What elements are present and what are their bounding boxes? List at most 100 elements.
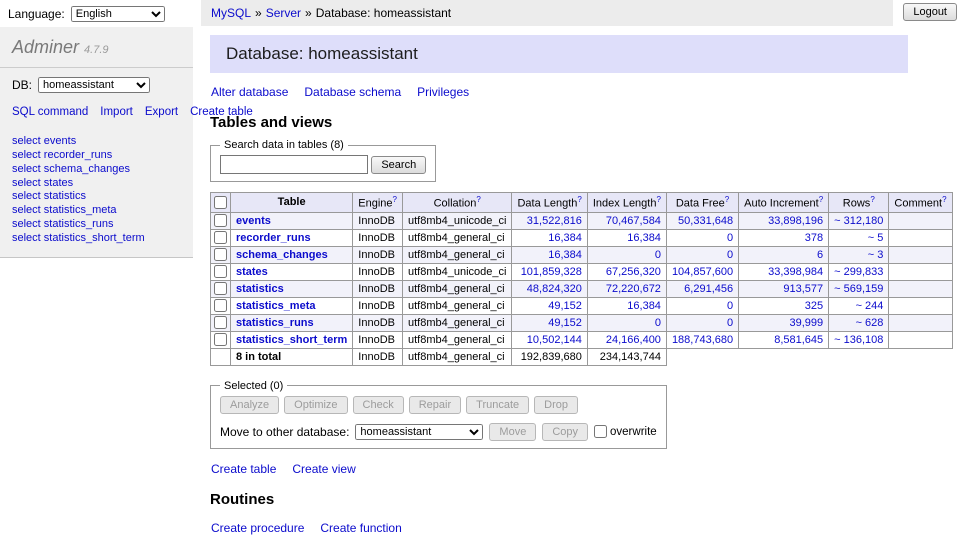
- sidebar-table-link-select-statistics-meta[interactable]: select statistics_meta: [12, 204, 181, 218]
- auto-increment-link[interactable]: 6: [817, 249, 823, 261]
- index-length-link[interactable]: 67,256,320: [606, 266, 661, 278]
- row-checkbox-statistics-meta[interactable]: [214, 299, 227, 312]
- column-help-collation-link[interactable]: ?: [476, 195, 480, 204]
- truncate-button[interactable]: Truncate: [466, 396, 529, 414]
- column-help-index-length-link[interactable]: ?: [656, 195, 660, 204]
- rows-link[interactable]: ~ 312,180: [834, 215, 883, 227]
- index-length-link[interactable]: 0: [655, 249, 661, 261]
- data-length-link[interactable]: 49,152: [548, 300, 582, 312]
- auto-increment-link[interactable]: 913,577: [783, 283, 823, 295]
- sidebar-table-link-select-schema-changes[interactable]: select schema_changes: [12, 162, 181, 176]
- row-checkbox-events[interactable]: [214, 214, 227, 227]
- table-link-recorder-runs[interactable]: recorder_runs: [236, 232, 311, 244]
- data-free-link[interactable]: 0: [727, 300, 733, 312]
- data-length-link[interactable]: 10,502,144: [527, 334, 582, 346]
- data-length-link[interactable]: 101,859,328: [521, 266, 582, 278]
- index-length-link[interactable]: 0: [655, 317, 661, 329]
- column-help-rows-link[interactable]: ?: [870, 195, 874, 204]
- sidebar-link-import[interactable]: Import: [100, 106, 133, 118]
- data-length-link[interactable]: 31,522,816: [527, 215, 582, 227]
- rows-link[interactable]: ~ 299,833: [834, 266, 883, 278]
- data-free-link[interactable]: 6,291,456: [684, 283, 733, 295]
- sidebar-table-link-select-statistics[interactable]: select statistics: [12, 190, 181, 204]
- language-select[interactable]: English: [71, 6, 165, 22]
- data-free-link[interactable]: 0: [727, 249, 733, 261]
- table-link-statistics-runs[interactable]: statistics_runs: [236, 317, 314, 329]
- row-checkbox-schema-changes[interactable]: [214, 248, 227, 261]
- row-checkbox-statistics-short-term[interactable]: [214, 333, 227, 346]
- index-length-link[interactable]: 16,384: [627, 300, 661, 312]
- sidebar-table-link-select-statistics-short-term[interactable]: select statistics_short_term: [12, 231, 181, 245]
- optimize-button[interactable]: Optimize: [284, 396, 347, 414]
- auto-increment-link[interactable]: 33,398,984: [768, 266, 823, 278]
- index-length-link[interactable]: 16,384: [627, 232, 661, 244]
- search-button[interactable]: Search: [371, 156, 426, 174]
- data-free-link[interactable]: 50,331,648: [678, 215, 733, 227]
- index-length-link[interactable]: 24,166,400: [606, 334, 661, 346]
- sidebar-link-sql-command[interactable]: SQL command: [12, 106, 88, 118]
- search-input[interactable]: [220, 155, 368, 174]
- table-link-statistics-short-term[interactable]: statistics_short_term: [236, 334, 347, 346]
- create-table-link[interactable]: Create table: [211, 462, 276, 476]
- rows-link[interactable]: ~ 628: [856, 317, 884, 329]
- breadcrumb-mysql-link[interactable]: MySQL: [211, 6, 251, 20]
- row-checkbox-statistics-runs[interactable]: [214, 316, 227, 329]
- data-free-link[interactable]: 188,743,680: [672, 334, 733, 346]
- table-link-statistics[interactable]: statistics: [236, 283, 284, 295]
- table-link-schema-changes[interactable]: schema_changes: [236, 249, 328, 261]
- auto-increment-link[interactable]: 8,581,645: [774, 334, 823, 346]
- move-button[interactable]: Move: [489, 423, 536, 441]
- data-free-link[interactable]: 0: [727, 232, 733, 244]
- auto-increment-link[interactable]: 39,999: [790, 317, 824, 329]
- data-length-link[interactable]: 49,152: [548, 317, 582, 329]
- create-procedure-link[interactable]: Create procedure: [211, 521, 304, 535]
- rows-link[interactable]: ~ 244: [856, 300, 884, 312]
- row-checkbox-recorder-runs[interactable]: [214, 231, 227, 244]
- row-checkbox-states[interactable]: [214, 265, 227, 278]
- db-select[interactable]: homeassistant: [38, 77, 150, 93]
- sidebar-table-link-select-recorder-runs[interactable]: select recorder_runs: [12, 149, 181, 163]
- column-help-data-free-link[interactable]: ?: [725, 195, 729, 204]
- table-link-statistics-meta[interactable]: statistics_meta: [236, 300, 316, 312]
- auto-increment-link[interactable]: 33,898,196: [768, 215, 823, 227]
- action-privileges-link[interactable]: Privileges: [417, 85, 469, 99]
- drop-button[interactable]: Drop: [534, 396, 578, 414]
- move-db-select[interactable]: homeassistant: [355, 424, 483, 440]
- overwrite-option[interactable]: overwrite: [594, 425, 657, 438]
- data-free-link[interactable]: 104,857,600: [672, 266, 733, 278]
- row-checkbox-statistics[interactable]: [214, 282, 227, 295]
- column-help-comment-link[interactable]: ?: [942, 195, 946, 204]
- data-free-link[interactable]: 0: [727, 317, 733, 329]
- check-button[interactable]: Check: [353, 396, 404, 414]
- breadcrumb-server-link[interactable]: Server: [266, 6, 301, 20]
- action-database-schema-link[interactable]: Database schema: [304, 85, 401, 99]
- sidebar-link-export[interactable]: Export: [145, 106, 178, 118]
- data-length-link[interactable]: 48,824,320: [527, 283, 582, 295]
- column-help-auto-increment-link[interactable]: ?: [819, 195, 823, 204]
- repair-button[interactable]: Repair: [409, 396, 461, 414]
- sidebar-table-link-select-statistics-runs[interactable]: select statistics_runs: [12, 217, 181, 231]
- rows-link[interactable]: ~ 569,159: [834, 283, 883, 295]
- copy-button[interactable]: Copy: [542, 423, 588, 441]
- rows-link[interactable]: ~ 3: [868, 249, 884, 261]
- rows-link[interactable]: ~ 5: [868, 232, 884, 244]
- index-length-link[interactable]: 70,467,584: [606, 215, 661, 227]
- create-view-link[interactable]: Create view: [292, 462, 355, 476]
- action-alter-database-link[interactable]: Alter database: [211, 85, 288, 99]
- table-link-events[interactable]: events: [236, 215, 271, 227]
- analyze-button[interactable]: Analyze: [220, 396, 279, 414]
- rows-link[interactable]: ~ 136,108: [834, 334, 883, 346]
- auto-increment-link[interactable]: 325: [805, 300, 823, 312]
- table-link-states[interactable]: states: [236, 266, 268, 278]
- select-all-checkbox[interactable]: [214, 196, 227, 209]
- index-length-link[interactable]: 72,220,672: [606, 283, 661, 295]
- sidebar-table-link-select-states[interactable]: select states: [12, 176, 181, 190]
- overwrite-checkbox[interactable]: [594, 425, 607, 438]
- logout-button[interactable]: Logout: [903, 3, 957, 21]
- create-function-link[interactable]: Create function: [320, 521, 401, 535]
- auto-increment-link[interactable]: 378: [805, 232, 823, 244]
- data-length-link[interactable]: 16,384: [548, 249, 582, 261]
- column-help-data-length-link[interactable]: ?: [577, 195, 581, 204]
- sidebar-table-link-select-events[interactable]: select events: [12, 135, 181, 149]
- column-help-engine-link[interactable]: ?: [393, 195, 397, 204]
